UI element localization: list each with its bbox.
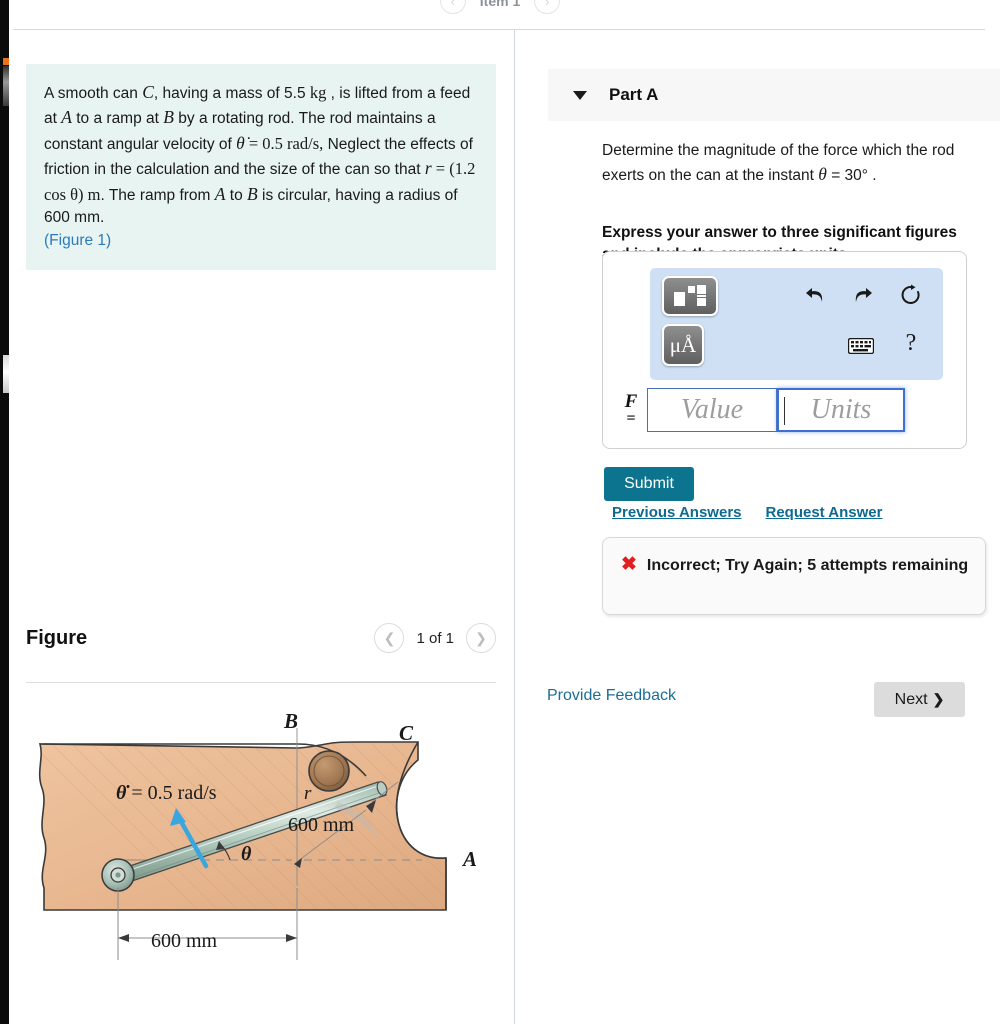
units-symbol-icon[interactable]: μÅ [662, 324, 704, 366]
browser-scroll-thumb[interactable] [3, 355, 9, 393]
right-column: Part A Determine the magnitude of the fo… [515, 30, 1000, 1024]
chevron-left-icon: ‹ [450, 0, 455, 9]
figure-prev-button[interactable]: ❮ [374, 623, 405, 653]
answer-links: Previous Answers Request Answer [612, 504, 882, 521]
figure-label-r: r [304, 783, 312, 804]
problem-text-part2: , having a mass of 5.5 [153, 85, 310, 102]
redo-icon[interactable] [850, 280, 876, 310]
submit-button[interactable]: Submit [604, 467, 694, 501]
question-text-a: Determine the magnitude of the force whi… [602, 142, 955, 184]
figure-image: B C A r θ θ̇ = 0.5 rad/s 600 mm 600 mm [26, 698, 506, 1008]
feedback-message: Incorrect; Try Again; 5 attempts remaini… [646, 557, 969, 574]
answer-equals-sign: = [626, 410, 636, 428]
problem-text-part1: A smooth can [44, 85, 143, 102]
text-cursor [784, 397, 785, 425]
item-label: Item 1 [479, 0, 521, 9]
variable-C: C [142, 82, 154, 102]
keyboard-icon[interactable] [846, 334, 876, 358]
problem-statement: A smooth can C, having a mass of 5.5 kg … [26, 64, 496, 271]
x-mark-icon: ✖ [621, 554, 637, 575]
value-input[interactable]: Value [647, 388, 777, 432]
item-prev-button[interactable]: ‹ [439, 0, 466, 14]
item-next-button[interactable]: › [534, 0, 561, 14]
angular-velocity-value: = 0.5 rad/s, [244, 133, 324, 153]
caret-down-icon[interactable] [573, 90, 587, 100]
part-a-header[interactable]: Part A [548, 69, 1000, 121]
feedback-banner: ✖ Incorrect; Try Again; 5 attempts remain… [602, 537, 986, 615]
left-column: A smooth can C, having a mass of 5.5 kg … [0, 30, 514, 1024]
unit-kg: kg [309, 83, 327, 102]
problem-text-part8: to [225, 186, 248, 204]
question-text: Determine the magnitude of the force whi… [602, 140, 982, 187]
provide-feedback-link[interactable]: Provide Feedback [547, 687, 676, 705]
figure-header: Figure ❮ 1 of 1 ❯ [26, 610, 496, 666]
figure-label-base-dim: 600 mm [151, 930, 218, 952]
chevron-right-icon: ❯ [475, 629, 487, 646]
next-button[interactable]: Next ❯ [874, 682, 965, 717]
figure-divider [26, 682, 496, 683]
figure-pager: ❮ 1 of 1 ❯ [374, 623, 496, 653]
chevron-right-icon: › [545, 0, 550, 9]
rod-pivot [101, 858, 135, 892]
block-body [38, 741, 447, 911]
variable-B: B [163, 107, 174, 128]
figure-label-A: A [461, 847, 477, 871]
figure-label-radius-dim: 600 mm [288, 814, 355, 836]
figure-next-button[interactable]: ❯ [466, 623, 496, 653]
can-C [308, 750, 350, 792]
math-template-icon[interactable] [662, 276, 718, 316]
help-icon[interactable]: ? [898, 328, 924, 358]
theta-dot-symbol: θ̇ [236, 132, 245, 153]
variable-A: A [61, 107, 72, 128]
variable-A2: A [214, 183, 226, 204]
figure-label-theta: θ [241, 843, 252, 865]
variable-B2: B [247, 183, 258, 204]
units-input[interactable]: Units [777, 388, 905, 432]
reset-icon[interactable] [898, 280, 924, 310]
browser-accent-marker [3, 58, 9, 65]
figure-label-C: C [399, 721, 414, 745]
part-a-title: Part A [609, 85, 659, 104]
variable-r: r [424, 158, 432, 179]
figure-title: Figure [26, 626, 88, 649]
chevron-left-icon: ❮ [383, 629, 396, 646]
browser-tab-thumbnail [3, 66, 9, 106]
browser-edge-sliver [0, 0, 9, 1024]
chevron-right-icon: ❯ [932, 691, 945, 707]
figure-label-omega: θ̇ = 0.5 rad/s [116, 782, 217, 804]
answer-input-panel: μÅ ? F = Value Units [602, 251, 967, 449]
math-toolbar: μÅ ? [650, 268, 943, 380]
answer-symbol-F: F [624, 391, 638, 413]
units-placeholder: Units [810, 394, 872, 425]
question-text-b: = 30° . [826, 167, 877, 184]
previous-answers-link[interactable]: Previous Answers [612, 504, 742, 521]
figure-1-link[interactable]: (Figure 1) [44, 232, 111, 249]
problem-text-part7: . The ramp from [100, 186, 215, 204]
request-answer-link[interactable]: Request Answer [766, 504, 883, 521]
next-button-label: Next [894, 690, 928, 708]
answer-row: F = Value Units [615, 386, 960, 434]
figure-page-count: 1 of 1 [416, 629, 454, 647]
page-root: ‹ Item 1 › A smooth can C, having a mass… [0, 0, 1000, 1024]
figure-label-B: B [283, 709, 298, 733]
problem-text-part4: to a ramp at [71, 110, 164, 128]
value-placeholder: Value [680, 394, 744, 425]
question-theta-symbol: θ [818, 164, 827, 184]
undo-icon[interactable] [802, 280, 828, 310]
answer-variable-label: F = [615, 391, 647, 428]
feedback-message-row: ✖ Incorrect; Try Again; 5 attempts remain… [621, 552, 969, 578]
item-navigation: ‹ Item 1 › [0, 0, 1000, 16]
